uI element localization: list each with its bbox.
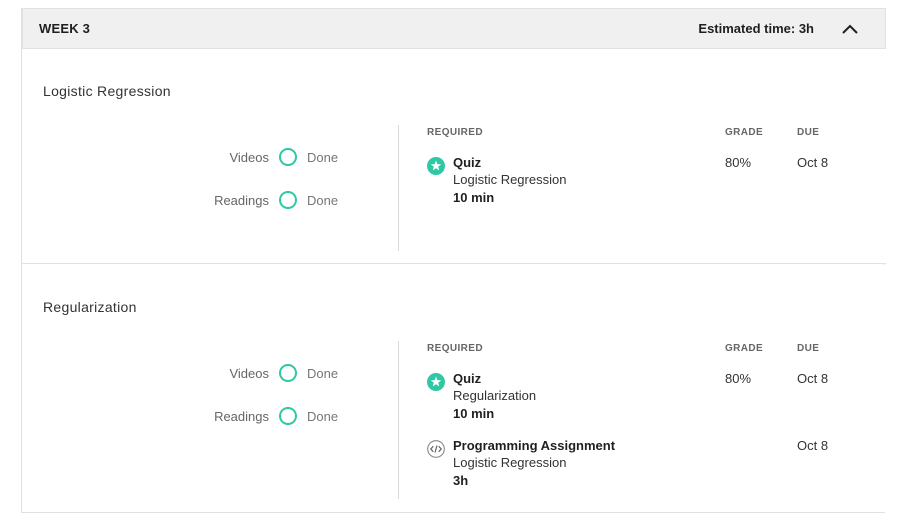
progress-label: Readings — [214, 192, 269, 208]
progress-status: Done — [307, 365, 339, 381]
item-due: Oct 8 — [797, 155, 829, 170]
progress-label: Videos — [229, 149, 269, 165]
col-due: DUE — [797, 127, 820, 138]
week-header[interactable]: WEEK 3 Estimated time: 3h — [22, 8, 886, 49]
progress-readings: Readings Done — [199, 405, 338, 427]
lesson-title[interactable]: Regularization — [43, 299, 137, 315]
estimated-time: Estimated time: 3h — [698, 21, 814, 36]
item-duration: 3h — [453, 473, 469, 488]
item-due: Oct 8 — [797, 438, 829, 453]
item-quiz[interactable]: Quiz Logistic Regression 10 min — [427, 155, 707, 210]
progress-ring-icon — [279, 407, 297, 425]
col-required: REQUIRED — [427, 127, 483, 138]
item-duration: 10 min — [453, 406, 495, 421]
progress-status: Done — [307, 408, 339, 424]
item-name: Regularization — [453, 388, 537, 403]
col-grade: GRADE — [725, 343, 764, 354]
progress-readings: Readings Done — [199, 189, 338, 211]
col-required: REQUIRED — [427, 343, 483, 354]
progress-status: Done — [307, 192, 339, 208]
lesson-title[interactable]: Logistic Regression — [43, 83, 171, 99]
item-quiz[interactable]: Quiz Regularization 10 min — [427, 371, 707, 426]
item-name: Logistic Regression — [453, 455, 567, 470]
col-due: DUE — [797, 343, 820, 354]
item-name: Logistic Regression — [453, 172, 567, 187]
progress-label: Readings — [214, 408, 269, 424]
item-programming-assignment[interactable]: Programming Assignment Logistic Regressi… — [427, 438, 707, 493]
quiz-star-icon — [427, 373, 445, 391]
progress-label: Videos — [229, 365, 269, 381]
week-card: WEEK 3 Estimated time: 3h Logistic Regre… — [21, 8, 886, 513]
quiz-star-icon — [427, 157, 445, 175]
lesson-section-logistic-regression: Logistic Regression Videos Done Readings… — [22, 49, 886, 264]
item-duration: 10 min — [453, 190, 495, 205]
col-grade: GRADE — [725, 127, 764, 138]
divider — [398, 125, 399, 251]
item-type: Programming Assignment — [453, 438, 616, 453]
item-type: Quiz — [453, 371, 482, 386]
item-type: Quiz — [453, 155, 482, 170]
progress-ring-icon — [279, 191, 297, 209]
lesson-section-regularization: Regularization Videos Done Readings Done… — [22, 265, 886, 512]
progress-videos: Videos Done — [199, 362, 338, 384]
item-grade: 80% — [725, 155, 752, 170]
progress-videos: Videos Done — [199, 146, 338, 168]
item-due: Oct 8 — [797, 371, 829, 386]
code-icon — [427, 440, 445, 458]
week-title: WEEK 3 — [39, 21, 91, 36]
progress-ring-icon — [279, 148, 297, 166]
progress-ring-icon — [279, 364, 297, 382]
chevron-up-icon[interactable] — [841, 22, 859, 36]
divider — [398, 341, 399, 499]
progress-status: Done — [307, 149, 339, 165]
item-grade: 80% — [725, 371, 752, 386]
